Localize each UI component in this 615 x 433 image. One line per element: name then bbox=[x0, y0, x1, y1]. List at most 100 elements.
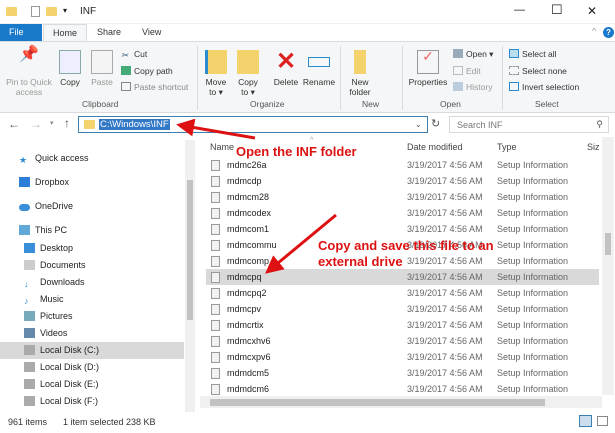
drive-icon bbox=[24, 362, 35, 372]
up-button[interactable]: ↑ bbox=[64, 116, 70, 130]
rename-button[interactable]: Rename bbox=[302, 50, 336, 87]
nav-this-pc[interactable]: This PC bbox=[19, 225, 67, 235]
minimize-button[interactable]: — bbox=[514, 4, 525, 16]
large-icons-view-button[interactable] bbox=[597, 416, 608, 426]
file-row[interactable]: mdmcpv 3/19/2017 4:56 AM Setup Information bbox=[206, 301, 599, 317]
collapse-ribbon-icon[interactable]: ^ bbox=[592, 26, 596, 36]
setup-file-icon bbox=[211, 368, 220, 379]
sidebar-scrollbar[interactable] bbox=[185, 140, 195, 412]
file-row[interactable]: mdmcm28 3/19/2017 4:56 AM Setup Informatio… bbox=[206, 189, 599, 205]
file-row[interactable]: mdmcodex 3/19/2017 4:56 AM Setup Informati… bbox=[206, 205, 599, 221]
setup-file-icon bbox=[211, 176, 220, 187]
file-name: mdmcom1 bbox=[227, 224, 270, 234]
column-type[interactable]: Type bbox=[497, 142, 517, 152]
new-folder-button[interactable]: New folder bbox=[345, 50, 375, 97]
nav-local-disk-d[interactable]: Local Disk (D:) bbox=[24, 362, 99, 372]
scissors-icon: ✂ bbox=[121, 50, 129, 60]
back-button[interactable]: ← bbox=[8, 117, 20, 131]
vertical-scroll-thumb[interactable] bbox=[605, 233, 611, 255]
new-folder-qat-icon[interactable] bbox=[46, 7, 57, 16]
tab-share[interactable]: Share bbox=[88, 24, 130, 41]
file-row[interactable]: mdmcxhv6 3/19/2017 4:56 AM Setup Informati… bbox=[206, 333, 599, 349]
address-dropdown-icon[interactable]: ⌄ bbox=[415, 120, 422, 129]
close-button[interactable]: ✕ bbox=[587, 4, 597, 18]
navigation-pane: ★ Quick access Dropbox OneDrive This PC D… bbox=[0, 140, 196, 412]
details-view-button[interactable] bbox=[579, 415, 592, 427]
file-row[interactable]: mdmdcm5 3/19/2017 4:56 AM Setup Informatio… bbox=[206, 365, 599, 381]
forward-button[interactable]: → bbox=[30, 117, 42, 131]
setup-file-icon bbox=[211, 208, 220, 219]
select-all-button[interactable]: Select all bbox=[509, 49, 557, 59]
pictures-icon bbox=[24, 311, 35, 321]
sort-ascending-icon: ^ bbox=[310, 137, 314, 144]
file-row[interactable]: mdmcdp 3/19/2017 4:56 AM Setup Information bbox=[206, 173, 599, 189]
copy-button[interactable]: Copy bbox=[56, 50, 84, 87]
cut-button[interactable]: ✂ Cut bbox=[121, 49, 147, 60]
refresh-button[interactable]: ↻ bbox=[431, 117, 440, 130]
nav-music[interactable]: ♪ Music bbox=[24, 294, 64, 306]
nav-documents[interactable]: Documents bbox=[24, 260, 86, 270]
column-date-modified[interactable]: Date modified bbox=[407, 142, 463, 152]
select-none-button[interactable]: Select none bbox=[509, 66, 567, 76]
file-name: mdmcpq bbox=[227, 272, 262, 282]
tab-home[interactable]: Home bbox=[43, 24, 88, 41]
column-size[interactable]: Siz bbox=[587, 142, 600, 152]
setup-file-icon bbox=[211, 240, 220, 251]
maximize-button[interactable]: ☐ bbox=[551, 2, 563, 18]
help-icon[interactable]: ? bbox=[603, 27, 614, 38]
tab-file[interactable]: File bbox=[0, 24, 42, 41]
file-row[interactable]: mdmcpq 3/19/2017 4:56 AM Setup Information bbox=[206, 269, 599, 285]
setup-file-icon bbox=[211, 272, 220, 283]
nav-local-disk-c[interactable]: Local Disk (C:) bbox=[24, 345, 99, 355]
search-input[interactable]: Search INF ⚲ bbox=[449, 116, 609, 133]
rename-icon bbox=[308, 57, 330, 67]
nav-onedrive[interactable]: OneDrive bbox=[19, 201, 73, 211]
paste-shortcut-icon bbox=[121, 82, 131, 91]
open-button[interactable]: Open ▾ bbox=[453, 49, 493, 60]
nav-videos[interactable]: Videos bbox=[24, 328, 67, 338]
file-row[interactable]: mdmcxpv6 3/19/2017 4:56 AM Setup Informati… bbox=[206, 349, 599, 365]
column-name[interactable]: Name bbox=[210, 142, 234, 152]
dropbox-icon bbox=[19, 177, 30, 187]
nav-quick-access[interactable]: ★ Quick access bbox=[19, 153, 89, 165]
item-count: 961 items bbox=[8, 417, 48, 427]
history-button[interactable]: History bbox=[453, 82, 492, 92]
move-to-button[interactable]: Move to ▾ bbox=[202, 50, 230, 97]
file-row[interactable]: mdmcpq2 3/19/2017 4:56 AM Setup Informatio… bbox=[206, 285, 599, 301]
address-bar[interactable]: C:\Windows\INF ⌄ bbox=[78, 116, 428, 133]
nav-downloads[interactable]: ↓ Downloads bbox=[24, 277, 85, 289]
nav-pictures[interactable]: Pictures bbox=[24, 311, 73, 321]
file-row[interactable]: mdmcom1 3/19/2017 4:56 AM Setup Informatio… bbox=[206, 221, 599, 237]
recent-locations-icon[interactable]: ▾ bbox=[50, 119, 54, 127]
copy-path-button[interactable]: Copy path bbox=[121, 66, 173, 76]
edit-button[interactable]: Edit bbox=[453, 66, 481, 76]
file-name: mdmcxhv6 bbox=[227, 336, 271, 346]
clipboard-group-label: Clipboard bbox=[82, 99, 119, 109]
file-row[interactable]: mdmcrtix 3/19/2017 4:56 AM Setup Informati… bbox=[206, 317, 599, 333]
history-icon bbox=[453, 82, 463, 91]
tab-view[interactable]: View bbox=[133, 24, 170, 41]
sidebar-scroll-thumb[interactable] bbox=[187, 180, 193, 320]
address-path[interactable]: C:\Windows\INF bbox=[99, 119, 170, 130]
qat-dropdown-icon[interactable]: ▾ bbox=[63, 6, 67, 15]
copy-to-button[interactable]: Copy to ▾ bbox=[234, 50, 262, 97]
vertical-scrollbar[interactable] bbox=[602, 137, 614, 395]
horizontal-scroll-thumb[interactable] bbox=[210, 399, 545, 406]
delete-button[interactable]: ✕ Delete bbox=[270, 50, 302, 88]
horizontal-scrollbar[interactable] bbox=[200, 396, 602, 408]
nav-local-disk-f[interactable]: Local Disk (F:) bbox=[24, 396, 98, 406]
edit-icon bbox=[453, 66, 463, 75]
copy-icon bbox=[59, 50, 81, 74]
invert-selection-button[interactable]: Invert selection bbox=[509, 82, 579, 92]
select-none-icon bbox=[509, 66, 519, 75]
paste-shortcut-button[interactable]: Paste shortcut bbox=[121, 82, 188, 92]
file-row[interactable]: mdmdcm6 3/19/2017 4:56 AM Setup Informatio… bbox=[206, 381, 599, 397]
nav-dropbox[interactable]: Dropbox bbox=[19, 177, 69, 187]
pin-quick-access-button[interactable]: 📌 Pin to Quick access bbox=[3, 47, 55, 98]
paste-button[interactable]: Paste bbox=[88, 50, 116, 87]
properties-button[interactable]: ✓ Properties bbox=[405, 49, 451, 87]
properties-qat-icon[interactable] bbox=[31, 6, 40, 17]
nav-desktop[interactable]: Desktop bbox=[24, 243, 73, 253]
nav-local-disk-e[interactable]: Local Disk (E:) bbox=[24, 379, 99, 389]
ribbon-tabs: File Home Share View ^ ? bbox=[0, 24, 615, 41]
